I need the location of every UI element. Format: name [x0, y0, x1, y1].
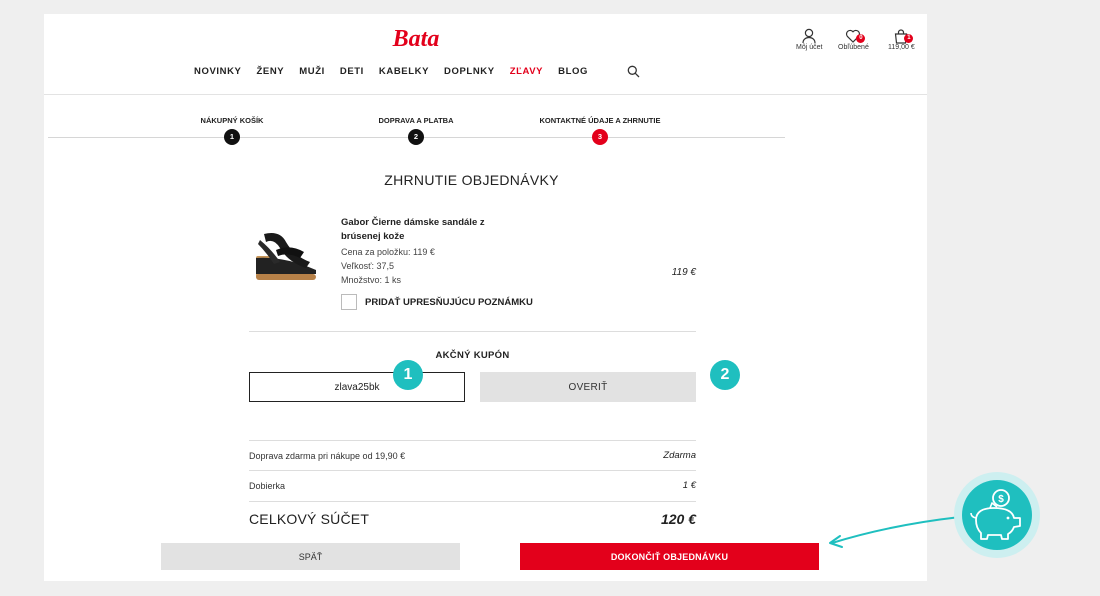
checkout-page: Bata Môj účet 0 Obľúbené 1 119,00 € NOVI… [44, 14, 927, 581]
cart-total-label: 119,00 € [888, 44, 915, 51]
step-dot-summary: 3 [592, 129, 608, 145]
nav-item-deti[interactable]: DETI [340, 66, 364, 77]
nav-item-muzi[interactable]: MUŽI [299, 66, 325, 77]
add-note-checkbox[interactable] [341, 294, 357, 310]
my-account-link[interactable]: Môj účet [796, 28, 822, 51]
rows-divider-top [249, 440, 696, 441]
product-size: Veľkosť: 37,5 [341, 261, 395, 271]
nav-item-novinky[interactable]: NOVINKY [194, 66, 241, 77]
rows-divider-bottom [249, 501, 696, 502]
header-divider [44, 94, 927, 95]
svg-text:$: $ [998, 494, 1004, 505]
shipping-row-label: Doprava zdarma pri nákupe od 19,90 € [249, 451, 406, 461]
favorites-label: Obľúbené [838, 44, 869, 51]
step-dot-shipping[interactable]: 2 [408, 129, 424, 145]
callout-badge-2: 2 [710, 360, 740, 390]
step-dot-cart[interactable]: 1 [224, 129, 240, 145]
product-name-line-1: Gabor Čierne dámske sandále z [341, 217, 485, 228]
arrow-annotation-icon [829, 516, 961, 548]
product-image-sandal[interactable] [250, 222, 322, 284]
product-divider [249, 331, 696, 332]
shipping-row-value: Zdarma [663, 450, 696, 461]
total-label: CELKOVÝ SÚČET [249, 511, 370, 527]
my-account-label: Môj účet [796, 44, 823, 51]
rows-divider-middle [249, 470, 696, 471]
coupon-title: AKČNÝ KUPÓN [435, 350, 510, 361]
main-nav: NOVINKY ŽENY MUŽI DETI KABELKY DOPLNKY Z… [194, 66, 603, 77]
nav-item-blog[interactable]: BLOG [558, 66, 588, 77]
cart-count-badge: 1 [904, 34, 914, 43]
finish-order-button[interactable]: DOKONČIŤ OBJEDNÁVKU [520, 543, 819, 570]
cod-row-label: Dobierka [249, 481, 286, 491]
logo-text: Bata [392, 26, 440, 52]
step-label-shipping[interactable]: DOPRAVA A PLATBA [379, 116, 454, 125]
coupon-input[interactable] [249, 372, 465, 402]
verify-coupon-button[interactable]: OVERIŤ [480, 372, 696, 402]
product-price: 119 € [671, 267, 696, 278]
cart-link[interactable]: 1 119,00 € [888, 28, 915, 51]
bata-logo[interactable]: Bata [371, 26, 461, 52]
step-label-cart[interactable]: NÁKUPNÝ KOŠÍK [201, 116, 264, 125]
nav-item-zeny[interactable]: ŽENY [256, 66, 284, 77]
page-title: ZHRNUTIE OBJEDNÁVKY [384, 172, 559, 188]
back-button[interactable]: SPÄŤ [161, 543, 460, 570]
product-name[interactable]: Gabor Čierne dámske sandále z brúsenej k… [341, 216, 511, 244]
add-note-label[interactable]: PRIDAŤ UPRESŇUJÚCU POZNÁMKU [365, 297, 533, 308]
product-unit-price: Cena za položku: 119 € [341, 247, 435, 257]
nav-item-doplnky[interactable]: DOPLNKY [444, 66, 495, 77]
favorites-link[interactable]: 0 Obľúbené [838, 28, 869, 51]
cod-row-value: 1 € [682, 480, 696, 491]
step-label-summary: KONTAKTNÉ ÚDAJE A ZHRNUTIE [539, 116, 661, 125]
product-name-line-2: brúsenej kože [341, 231, 405, 242]
callout-badge-1: 1 [393, 360, 423, 390]
heart-icon: 0 [845, 28, 866, 44]
user-icon [801, 28, 817, 44]
piggy-bank-icon: $ [962, 480, 1032, 550]
product-quantity: Množstvo: 1 ks [341, 275, 402, 285]
cart-icon: 1 [893, 28, 914, 44]
favorites-count-badge: 0 [856, 34, 866, 43]
total-value: 120 € [660, 511, 696, 527]
nav-item-kabelky[interactable]: KABELKY [379, 66, 429, 77]
nav-item-zlavy[interactable]: ZĽAVY [510, 66, 543, 77]
search-icon[interactable] [627, 65, 640, 78]
